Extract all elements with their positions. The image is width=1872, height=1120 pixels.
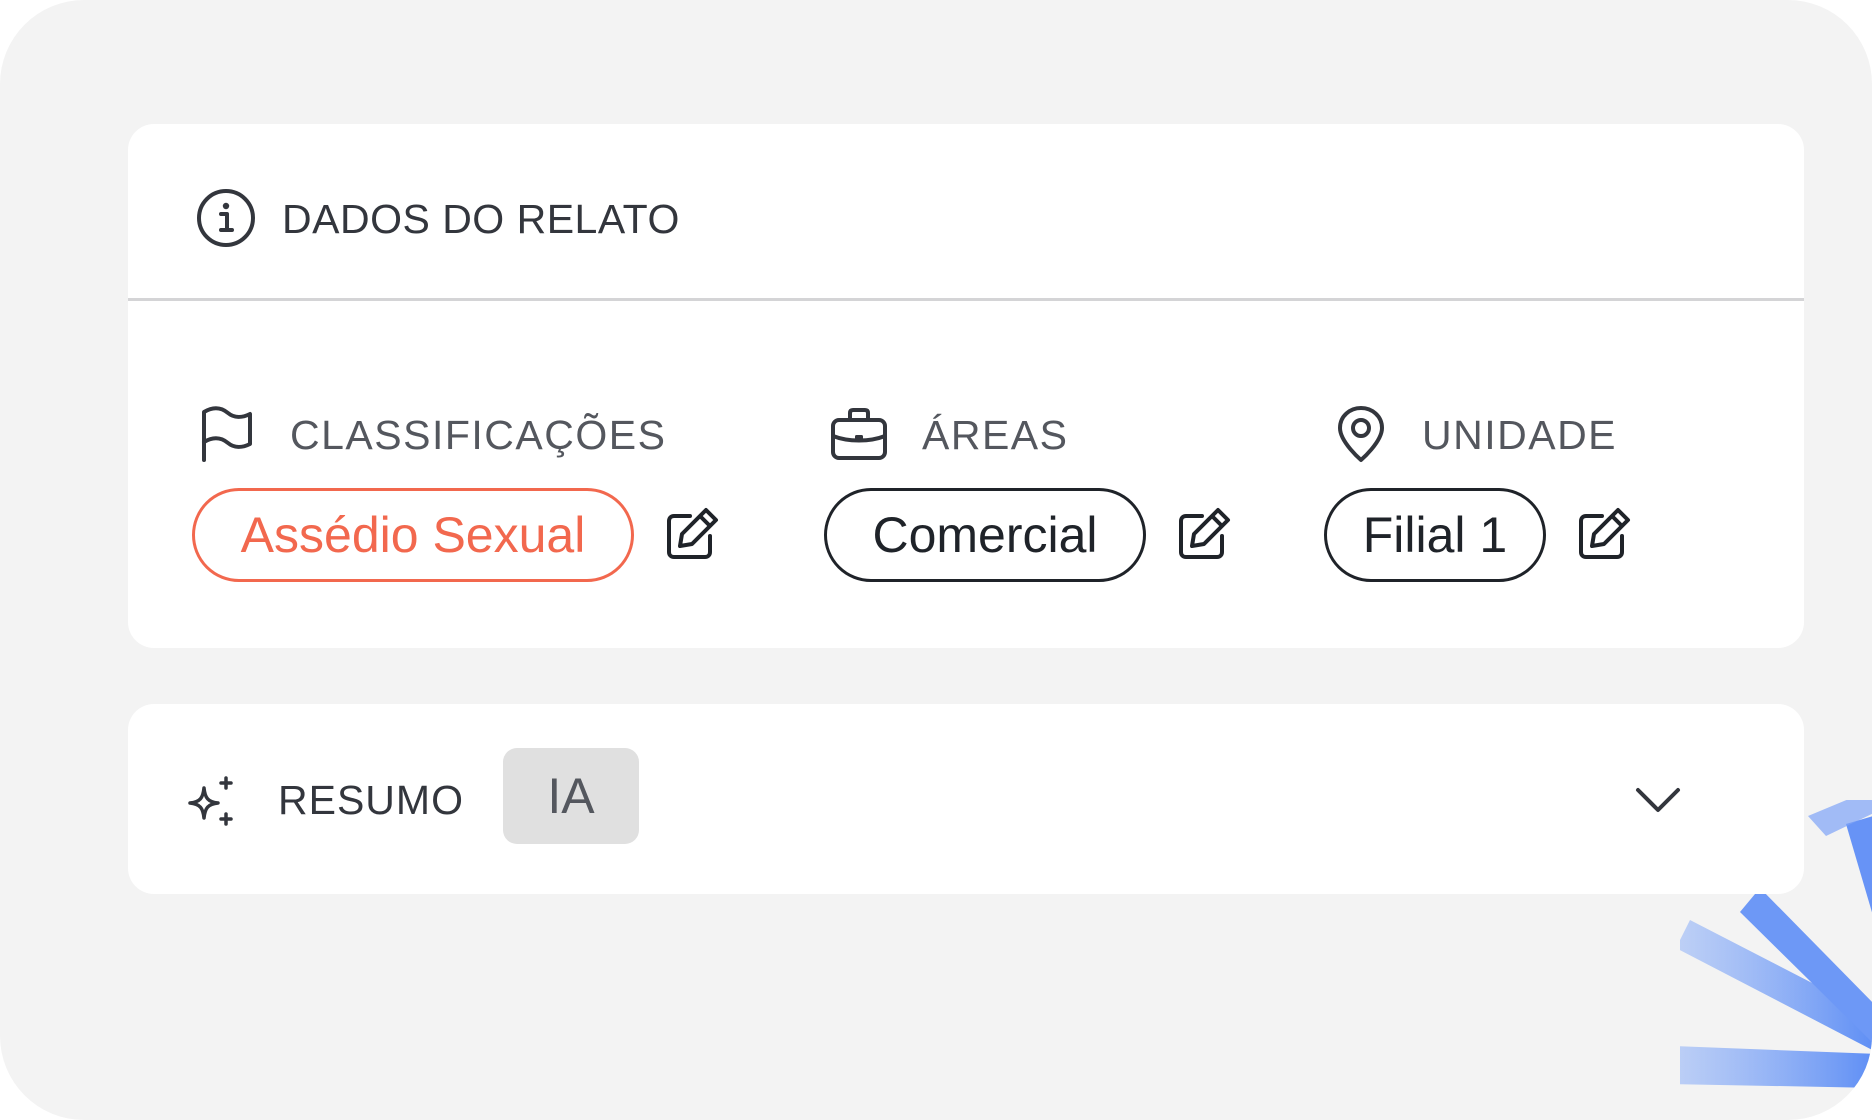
field-label: UNIDADE <box>1422 412 1618 458</box>
map-pin-icon <box>1338 406 1384 462</box>
info-icon <box>197 189 255 247</box>
area-chip[interactable]: Comercial <box>824 488 1146 582</box>
summary-card[interactable]: RESUMO IA <box>128 704 1804 894</box>
sparkles-icon <box>188 776 233 826</box>
field-label: CLASSIFICAÇÕES <box>290 412 667 458</box>
chevron-down-icon[interactable] <box>1630 772 1686 828</box>
briefcase-icon <box>831 408 887 460</box>
edit-unit-icon[interactable] <box>1576 506 1632 562</box>
report-card-header: DADOS DO RELATO <box>128 124 1804 301</box>
edit-classification-icon[interactable] <box>664 506 720 562</box>
unit-chip[interactable]: Filial 1 <box>1324 488 1546 582</box>
section-title: DADOS DO RELATO <box>282 196 680 242</box>
classification-chip[interactable]: Assédio Sexual <box>192 488 634 582</box>
edit-area-icon[interactable] <box>1176 506 1232 562</box>
report-data-card: DADOS DO RELATO CLASSIFICAÇÕES Assédio S… <box>128 124 1804 648</box>
field-label: ÁREAS <box>922 412 1069 458</box>
summary-label: RESUMO <box>278 777 464 823</box>
flag-icon <box>202 406 252 462</box>
ai-badge: IA <box>503 748 639 844</box>
app-frame: DADOS DO RELATO CLASSIFICAÇÕES Assédio S… <box>0 0 1872 1120</box>
